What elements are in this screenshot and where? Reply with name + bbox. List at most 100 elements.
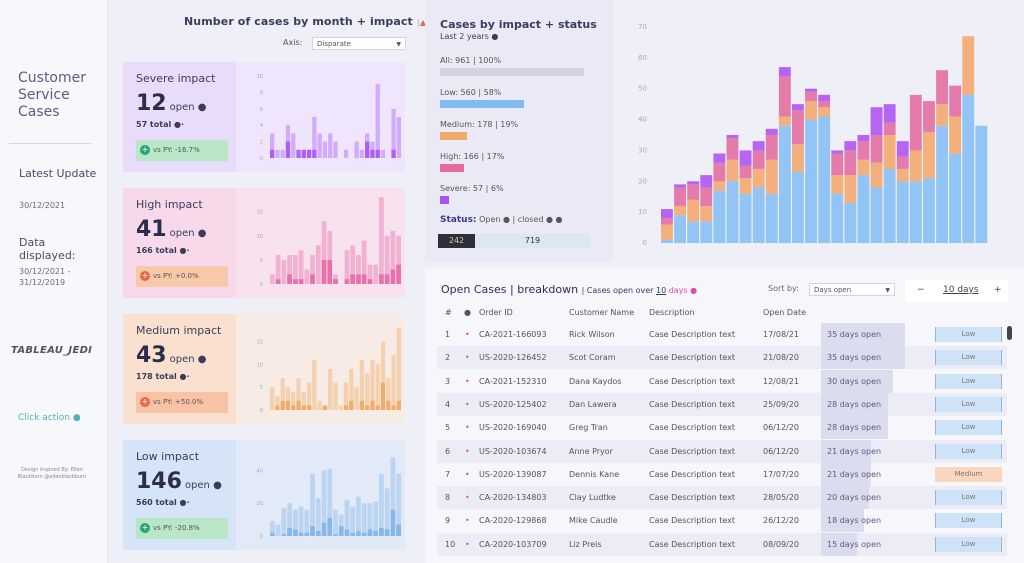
- bar-open[interactable]: [292, 279, 298, 284]
- bar-open[interactable]: [296, 149, 301, 158]
- bar-open[interactable]: [333, 279, 338, 284]
- bar-open[interactable]: [285, 141, 291, 158]
- bar-segment-high[interactable]: [726, 138, 739, 160]
- table-row[interactable]: 9 • CA-2020-129868 Mike Caudle Case Desc…: [437, 509, 1007, 533]
- click-action-link[interactable]: Click action ●: [18, 413, 81, 423]
- bar-total[interactable]: [275, 524, 281, 536]
- bar-open[interactable]: [275, 405, 280, 410]
- bar-open[interactable]: [390, 509, 396, 536]
- bar-segment-medium[interactable]: [739, 178, 752, 194]
- bar-open[interactable]: [322, 405, 328, 410]
- table-row[interactable]: 10 • CA-2020-103709 Liz Preis Case Descr…: [437, 532, 1007, 556]
- bar-open[interactable]: [281, 534, 287, 536]
- bar-open[interactable]: [367, 279, 373, 284]
- bar-segment-medium[interactable]: [661, 224, 673, 240]
- bar-total[interactable]: [373, 264, 379, 284]
- bar-open[interactable]: [298, 532, 304, 536]
- bar-total[interactable]: [333, 141, 338, 158]
- order-id[interactable]: US-2020-139087: [479, 470, 547, 479]
- bar-segment-low[interactable]: [896, 181, 909, 243]
- order-id[interactable]: CA-2020-129868: [479, 516, 547, 525]
- bar-open[interactable]: [370, 400, 375, 410]
- bar-segment-low[interactable]: [870, 187, 883, 243]
- order-id[interactable]: CA-2021-166093: [479, 330, 547, 339]
- bar-total[interactable]: [315, 498, 321, 536]
- bar-segment-low[interactable]: [831, 193, 844, 243]
- bar-open[interactable]: [312, 149, 317, 158]
- bar-segment-severe[interactable]: [765, 128, 778, 135]
- bar-open[interactable]: [356, 274, 361, 284]
- impact-card-low[interactable]: Low impact 146 open ● 560 total ●· + vs PY…: [123, 440, 405, 550]
- bar-open[interactable]: [384, 529, 390, 536]
- table-row[interactable]: 5 • US-2020-169040 Greg Tran Case Descri…: [437, 416, 1007, 440]
- bar-segment-high[interactable]: [844, 150, 857, 176]
- bar-segment-severe[interactable]: [700, 175, 713, 188]
- bar-segment-medium[interactable]: [949, 116, 962, 154]
- scrollbar[interactable]: [1007, 326, 1012, 340]
- bar-segment-low[interactable]: [674, 215, 686, 243]
- col-order-id[interactable]: Order ID: [479, 308, 513, 317]
- bar-total[interactable]: [328, 369, 333, 410]
- bar-open[interactable]: [391, 405, 396, 410]
- bar-total[interactable]: [373, 501, 379, 536]
- bar-open[interactable]: [350, 532, 356, 536]
- bar-segment-medium[interactable]: [674, 205, 686, 216]
- bar-segment-severe[interactable]: [792, 104, 804, 111]
- bar-segment-low[interactable]: [975, 125, 988, 243]
- bar-segment-high[interactable]: [818, 101, 831, 108]
- bar-segment-low[interactable]: [713, 190, 726, 243]
- bar-segment-low[interactable]: [844, 202, 857, 243]
- bar-total[interactable]: [280, 149, 285, 158]
- bar-total[interactable]: [354, 387, 359, 410]
- bar-total[interactable]: [375, 364, 380, 410]
- bar-open[interactable]: [350, 274, 356, 284]
- bar-segment-low[interactable]: [936, 125, 948, 243]
- impact-status-subtitle[interactable]: Last 2 years ●: [440, 32, 498, 41]
- bar-segment-low[interactable]: [909, 181, 922, 243]
- axis-select[interactable]: Disparate ▼: [312, 37, 406, 50]
- bar-open[interactable]: [370, 149, 375, 158]
- bar-segment-medium[interactable]: [752, 168, 765, 188]
- bar-segment-medium[interactable]: [818, 107, 831, 117]
- bar-total[interactable]: [281, 508, 287, 536]
- bar-segment-high[interactable]: [883, 122, 896, 135]
- bar-total[interactable]: [365, 373, 370, 410]
- bar-segment-low[interactable]: [857, 175, 870, 243]
- bar-segment-severe[interactable]: [844, 141, 857, 151]
- bar-open[interactable]: [349, 400, 354, 410]
- bar-open[interactable]: [301, 149, 306, 158]
- bar-segment-low[interactable]: [726, 181, 739, 243]
- bar-segment-high[interactable]: [805, 91, 817, 102]
- sort-select[interactable]: Days open ▼: [809, 283, 895, 296]
- bar-segment-medium[interactable]: [883, 135, 896, 169]
- table-row[interactable]: 6 • US-2020-103674 Anne Pryor Case Descr…: [437, 439, 1007, 463]
- bar-total[interactable]: [333, 382, 338, 410]
- bar-segment-high[interactable]: [752, 150, 765, 169]
- impact-row-bar[interactable]: [440, 100, 524, 108]
- plus-button[interactable]: +: [994, 285, 1002, 295]
- bar-segment-medium[interactable]: [700, 205, 713, 222]
- bar-segment-high[interactable]: [687, 184, 700, 200]
- bar-segment-high[interactable]: [923, 101, 935, 132]
- bar-open[interactable]: [315, 531, 321, 536]
- bar-segment-severe[interactable]: [857, 135, 870, 142]
- bar-segment-high[interactable]: [739, 165, 752, 179]
- bar-segment-low[interactable]: [923, 178, 935, 243]
- status-legend-text[interactable]: Open ● | closed ● ●: [479, 215, 562, 224]
- bar-open[interactable]: [298, 279, 304, 284]
- bar-open[interactable]: [375, 405, 380, 410]
- bar-segment-high[interactable]: [674, 187, 686, 206]
- bar-total[interactable]: [338, 405, 343, 410]
- col-customer-name[interactable]: Customer Name: [569, 308, 634, 317]
- bar-segment-severe[interactable]: [805, 88, 817, 92]
- bar-open[interactable]: [384, 274, 390, 284]
- bar-segment-low[interactable]: [739, 193, 752, 243]
- col-description[interactable]: Description: [649, 308, 695, 317]
- bar-open[interactable]: [343, 405, 349, 410]
- bar-segment-severe[interactable]: [713, 153, 726, 163]
- bar-segment-medium[interactable]: [831, 175, 844, 194]
- bar-open[interactable]: [375, 149, 380, 158]
- bar-segment-medium[interactable]: [778, 116, 791, 126]
- impact-card-high[interactable]: High impact 41 open ● 166 total ●· + vs PY…: [123, 188, 405, 298]
- bar-segment-low[interactable]: [883, 168, 896, 243]
